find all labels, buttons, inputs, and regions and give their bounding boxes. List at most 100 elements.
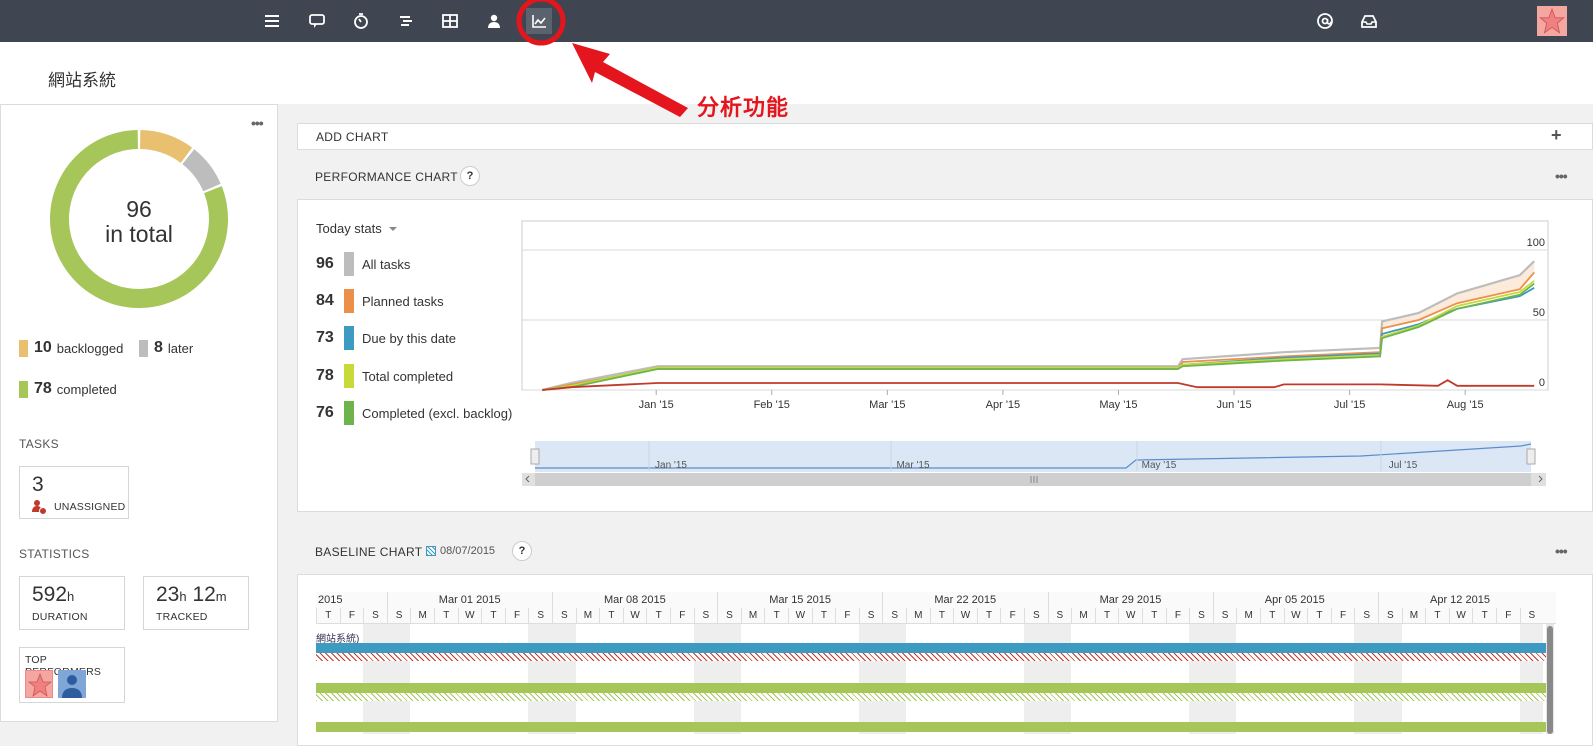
day-cell: M xyxy=(410,608,434,624)
day-cell: S xyxy=(1189,608,1213,624)
gantt-scrollbar-thumb[interactable] xyxy=(1547,626,1553,734)
day-cell: T xyxy=(811,608,836,624)
navigator-tick-label: Jul '15 xyxy=(1389,460,1418,471)
week-label: Mar 22 2015 xyxy=(934,594,997,606)
duration-box: 592h DURATION xyxy=(19,576,125,630)
gantt-bar-green[interactable] xyxy=(316,683,1546,693)
user-icon[interactable] xyxy=(481,8,507,34)
performance-options-button[interactable]: ••• xyxy=(1555,168,1568,184)
day-cell: M xyxy=(740,608,765,624)
day-cell: T xyxy=(1142,608,1166,624)
avatar-starfish-icon xyxy=(1539,7,1565,34)
baseline-options-button[interactable]: ••• xyxy=(1555,543,1568,559)
performer-avatar[interactable] xyxy=(58,670,86,698)
outline-icon[interactable] xyxy=(393,8,419,34)
day-cell: M xyxy=(1401,608,1426,624)
legend-label: completed xyxy=(56,381,117,397)
week-separator xyxy=(882,592,884,608)
mention-icon[interactable] xyxy=(1312,8,1338,34)
user-avatar[interactable] xyxy=(1537,6,1567,36)
legend-later: 8 later xyxy=(139,339,193,357)
legend-label: later xyxy=(167,340,194,356)
unassigned-count: 3 xyxy=(32,473,44,496)
day-cell: W xyxy=(1283,608,1308,624)
day-cell: S xyxy=(1354,608,1378,624)
analytics-icon[interactable] xyxy=(526,8,552,34)
day-cell: T xyxy=(1307,608,1331,624)
table-icon[interactable] xyxy=(437,8,463,34)
day-cell: S xyxy=(1378,608,1402,624)
performance-stat-row[interactable]: 76 Completed (excl. backlog) xyxy=(316,401,512,425)
week-label: Mar 15 2015 xyxy=(769,594,831,606)
stat-color-bar xyxy=(344,401,354,425)
performance-stat-row[interactable]: 84 Planned tasks xyxy=(316,289,444,313)
day-cell: S xyxy=(528,608,552,624)
day-cell: T xyxy=(599,608,623,624)
day-cell: F xyxy=(1165,608,1190,624)
week-separator xyxy=(552,592,553,608)
legend-count: 78 xyxy=(34,380,52,397)
inbox-icon[interactable] xyxy=(1356,8,1382,34)
gantt-bar-baseline-green[interactable] xyxy=(316,693,1546,701)
day-cell: T xyxy=(976,608,1001,624)
navigator-handle-left[interactable] xyxy=(530,448,540,465)
unassigned-label: UNASSIGNED xyxy=(54,501,126,513)
legend-count: 10 xyxy=(34,339,52,356)
performer-avatar[interactable] xyxy=(25,670,53,698)
navigator-scrollbar-thumb[interactable] xyxy=(535,473,1531,486)
weekend-shade xyxy=(1024,624,1048,734)
duration-number: 592 xyxy=(32,583,68,606)
x-tick-label: Jan '15 xyxy=(639,399,674,411)
avatar-starfish-icon xyxy=(27,672,52,697)
gantt-bar-baseline-red[interactable] xyxy=(316,653,1546,661)
baseline-chart-title: BASELINE CHART xyxy=(315,545,423,559)
navigator-handle-right[interactable] xyxy=(1526,448,1536,465)
chart-navigator[interactable]: Jan '15 Mar '15 May '15 Jul '15 xyxy=(521,440,1551,488)
gantt-bar-green[interactable] xyxy=(316,722,1546,732)
day-cell: F xyxy=(1330,608,1355,624)
timer-icon[interactable] xyxy=(348,8,374,34)
tracked-minutes: 12 xyxy=(192,583,216,606)
baseline-help-button[interactable]: ? xyxy=(512,541,532,561)
stat-value: 73 xyxy=(316,329,334,346)
stat-color-bar xyxy=(344,289,354,313)
day-cell: T xyxy=(646,608,670,624)
day-cell: M xyxy=(575,608,600,624)
weekend-shade xyxy=(717,624,741,734)
week-label: Mar 01 2015 xyxy=(438,594,501,606)
add-chart-plus-icon[interactable]: + xyxy=(1551,125,1562,146)
add-chart-label: ADD CHART xyxy=(316,130,389,144)
weekend-shade xyxy=(1378,624,1402,734)
stat-color-bar xyxy=(344,326,354,350)
stat-value: 76 xyxy=(316,404,334,421)
gantt-bar-blue[interactable] xyxy=(316,643,1546,653)
day-cell: F xyxy=(1496,608,1520,624)
legend-swatch xyxy=(139,339,148,357)
performance-chart-title: PERFORMANCE CHART xyxy=(315,170,458,184)
performance-line-chart: 100 50 0 Jan '15 Feb '15 Mar '15 Apr '15 May '1… xyxy=(521,220,1549,411)
total-label: in total xyxy=(105,221,173,247)
today-stats-dropdown[interactable]: Today stats xyxy=(316,221,397,236)
tracked-value: 23h 12m xyxy=(156,583,227,607)
x-tick-label: Aug '15 xyxy=(1447,399,1484,411)
week-separator xyxy=(386,592,388,608)
day-cell: S xyxy=(1212,608,1237,624)
stat-label: Planned tasks xyxy=(362,293,444,309)
performance-stat-row[interactable]: 73 Due by this date xyxy=(316,326,456,350)
performance-help-button[interactable]: ? xyxy=(460,166,480,186)
performance-stat-row[interactable]: 96 All tasks xyxy=(316,252,410,276)
legend-completed: 78 completed xyxy=(19,380,117,398)
avatar-person-icon xyxy=(62,675,82,698)
weekend-shade xyxy=(386,624,411,734)
day-cell: S xyxy=(882,608,906,624)
weekend-shade xyxy=(1354,624,1378,734)
add-chart-bar[interactable] xyxy=(297,123,1593,150)
stat-label: Total completed xyxy=(362,368,454,384)
summary-options-button[interactable]: ••• xyxy=(251,115,264,131)
unassigned-tasks-box[interactable]: 3 UNASSIGNED xyxy=(19,466,129,519)
x-tick-label: Jun '15 xyxy=(1216,399,1251,411)
performance-stat-row[interactable]: 78 Total completed xyxy=(316,364,453,388)
discussion-icon[interactable] xyxy=(304,8,330,34)
menu-icon[interactable] xyxy=(259,8,285,34)
day-cell: T xyxy=(1094,608,1119,624)
